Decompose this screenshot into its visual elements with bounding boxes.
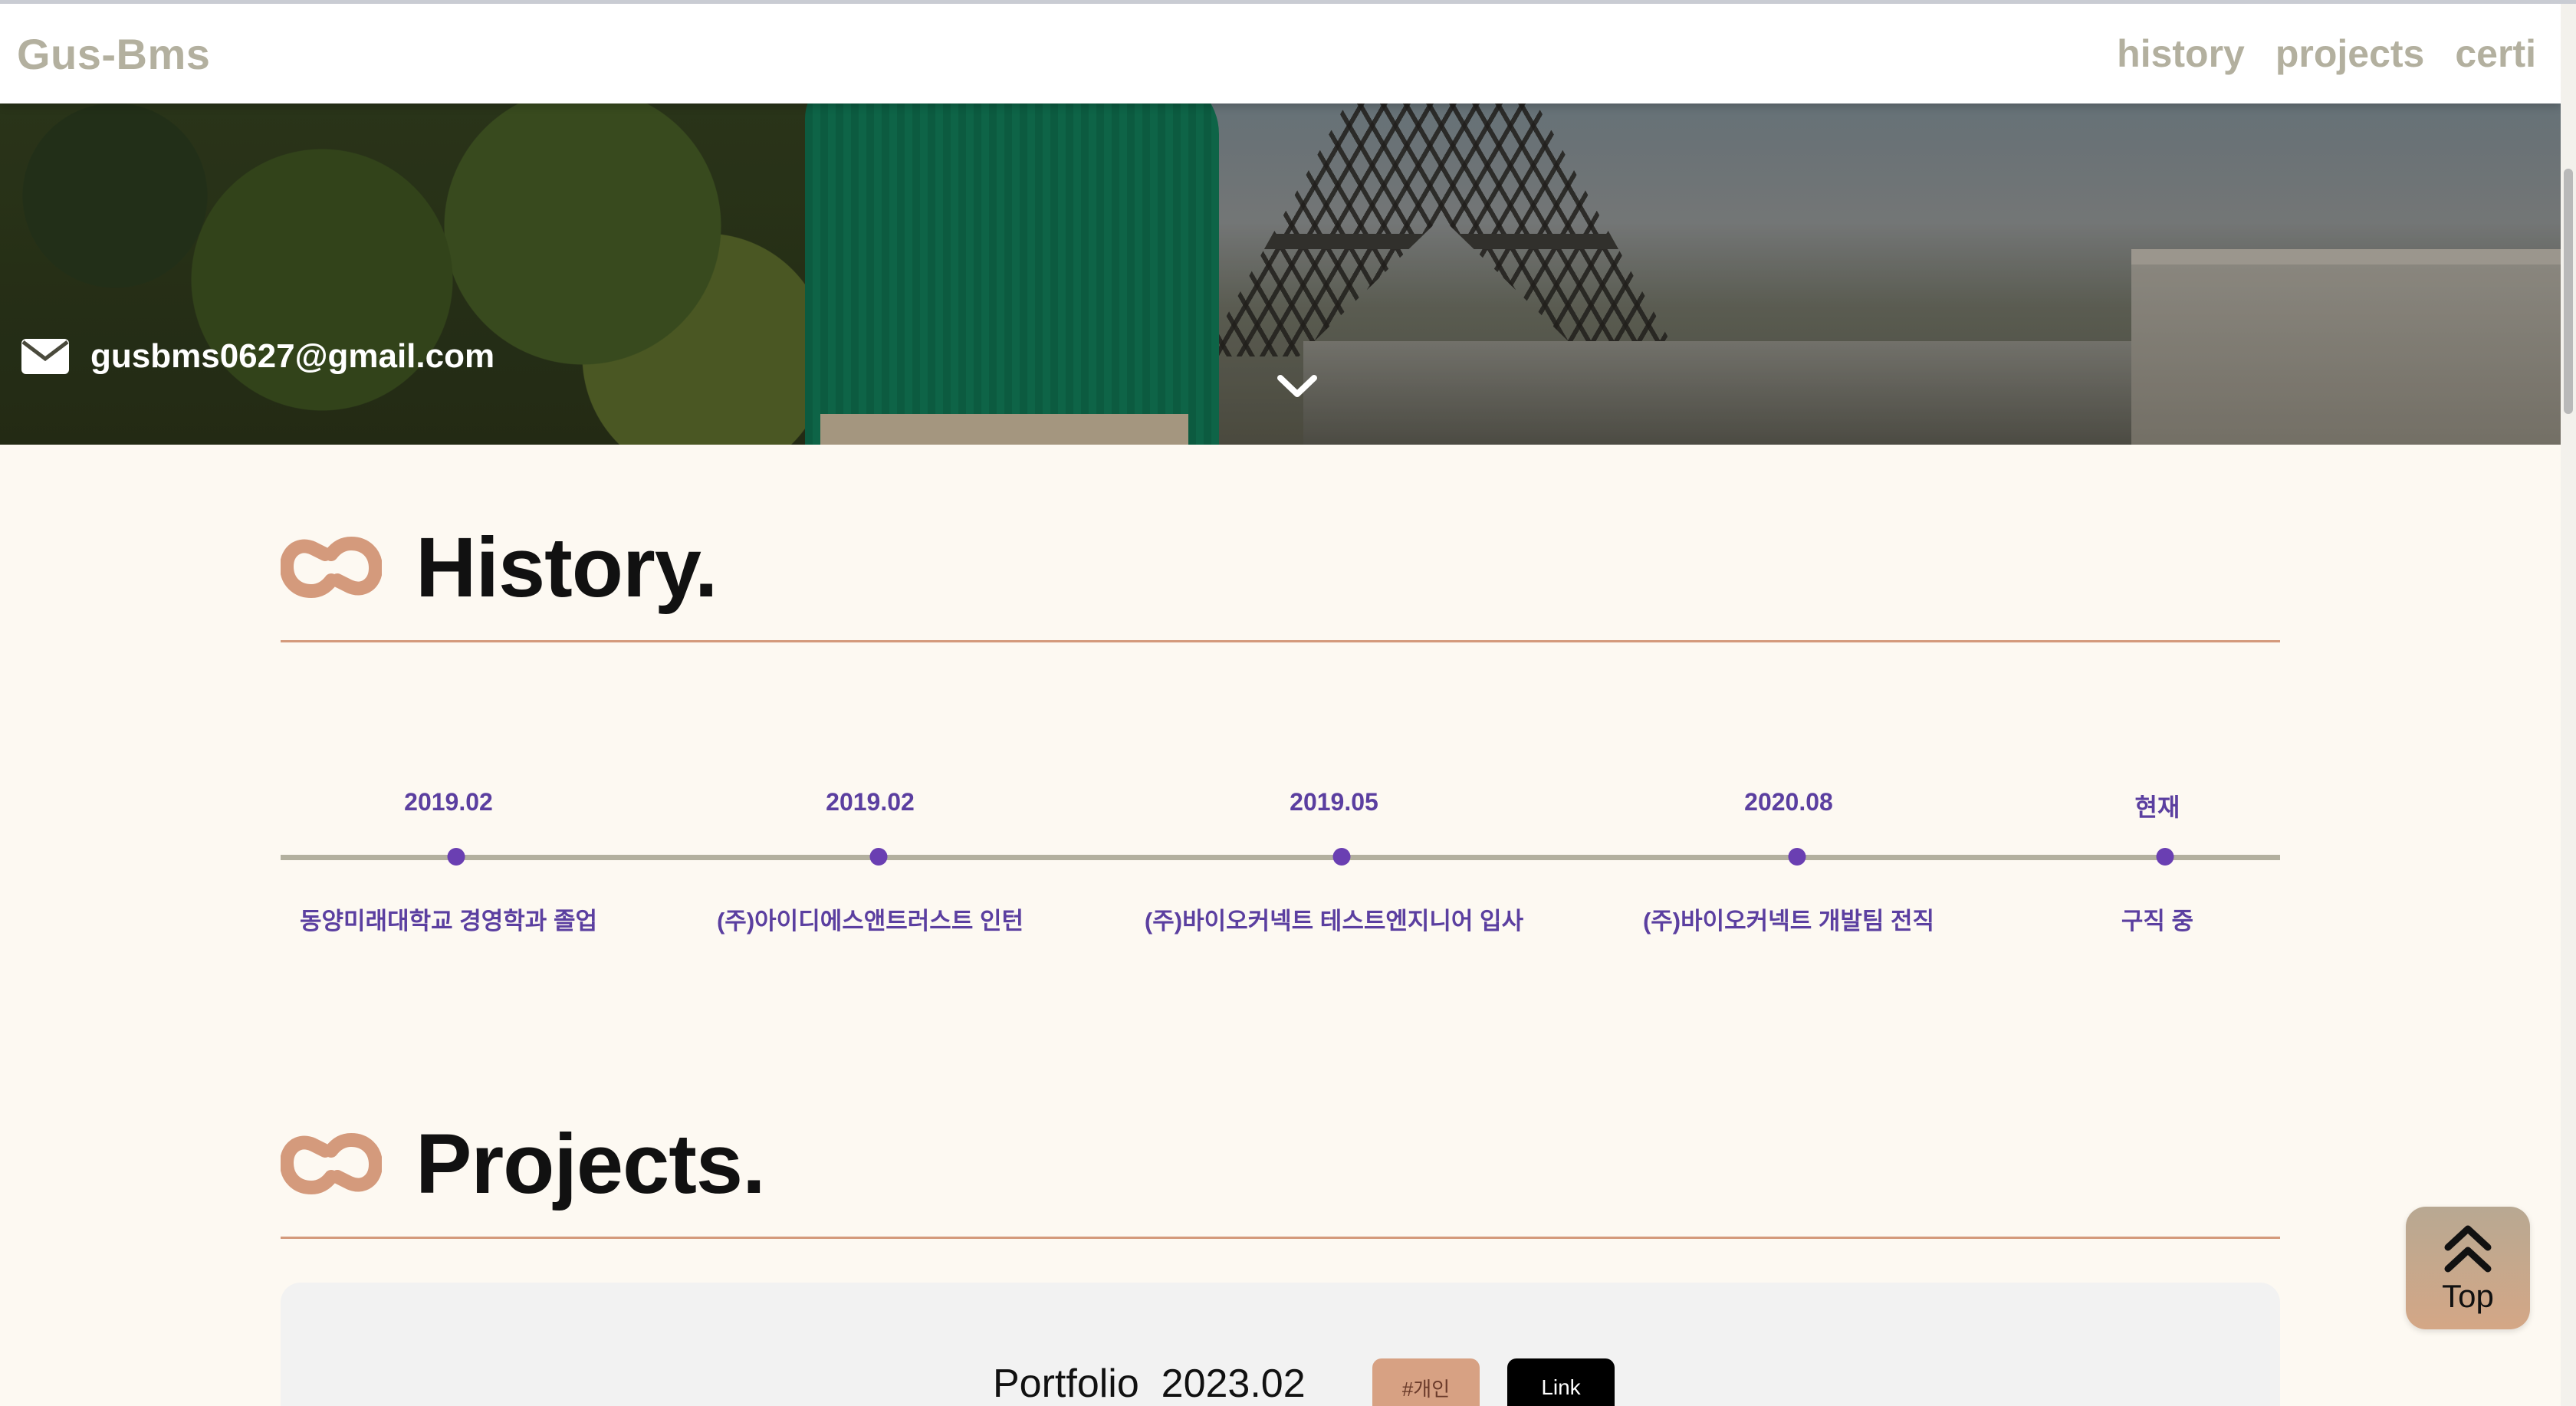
timeline-dot xyxy=(2156,848,2174,866)
timeline-dot xyxy=(869,848,888,866)
timeline-label: (주)바이오커넥트 테스트엔지니어 입사 xyxy=(1144,908,1524,935)
brand-logo[interactable]: Gus-Bms xyxy=(17,29,210,79)
timeline-date: 2020.08 xyxy=(1744,788,1833,816)
timeline-line xyxy=(281,855,2280,860)
link-icon xyxy=(281,1132,382,1195)
projects-heading: Projects. xyxy=(281,1116,2280,1211)
link-icon xyxy=(281,536,382,599)
timeline-label: 동양미래대학교 경영학과 졸업 xyxy=(300,908,597,935)
nav-link-projects[interactable]: projects xyxy=(2275,31,2425,76)
nav-link-history[interactable]: history xyxy=(2117,31,2245,76)
project-title: Portfolio 2023.02 xyxy=(993,1362,1306,1406)
project-link-button[interactable]: Link xyxy=(1507,1358,1615,1406)
timeline-date: 현재 xyxy=(2134,793,2180,821)
hero-banner: gusbms0627@gmail.com xyxy=(0,103,2561,445)
timeline-date: 2019.02 xyxy=(826,788,915,816)
projects-divider xyxy=(281,1237,2280,1239)
timeline-label: (주)아이디에스앤트러스트 인턴 xyxy=(716,908,1024,935)
timeline-dot xyxy=(1788,848,1806,866)
top-button-label: Top xyxy=(2442,1278,2494,1314)
history-divider xyxy=(281,640,2280,642)
history-title: History. xyxy=(416,520,718,615)
timeline-label: (주)바이오커넥트 개발팀 전직 xyxy=(1642,908,1935,935)
project-tag-badge: #개인 xyxy=(1372,1358,1480,1406)
scroll-to-top-button[interactable]: Top xyxy=(2406,1207,2530,1329)
email-address: gusbms0627@gmail.com xyxy=(90,337,495,375)
timeline-date: 2019.05 xyxy=(1290,788,1378,816)
navbar: Gus-Bms history projects certi xyxy=(0,4,2561,103)
nav-link-certi[interactable]: certi xyxy=(2455,31,2536,76)
page: Gus-Bms history projects certi gusbms062… xyxy=(0,0,2576,1406)
contact-email[interactable]: gusbms0627@gmail.com xyxy=(21,337,495,376)
nav-links: history projects certi xyxy=(2117,31,2544,76)
chevron-down-icon[interactable] xyxy=(1276,373,1318,399)
timeline-dot xyxy=(1332,848,1351,866)
scrollbar-thumb[interactable] xyxy=(2564,169,2573,414)
timeline-dot xyxy=(447,848,465,866)
projects-title: Projects. xyxy=(416,1116,766,1211)
double-chevron-up-icon xyxy=(2444,1225,2492,1273)
timeline-date: 2019.02 xyxy=(404,788,493,816)
envelope-icon xyxy=(21,339,69,374)
timeline-label: 구직 중 xyxy=(2121,908,2194,935)
history-heading: History. xyxy=(281,520,2280,615)
window-top-border xyxy=(0,0,2576,4)
